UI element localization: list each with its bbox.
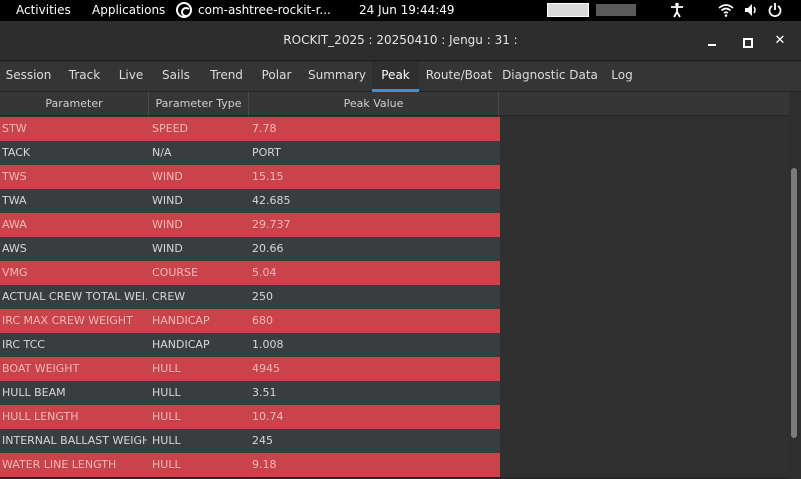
tab-route-boat[interactable]: Route/Boat xyxy=(419,62,499,92)
column-header-parameter-type[interactable]: Parameter Type xyxy=(149,92,249,116)
peak-value-cell: 29.737 xyxy=(252,218,291,231)
table-row[interactable]: IRC TCC HANDICAP 1.008 xyxy=(0,333,500,357)
peak-value-cell: 42.685 xyxy=(252,194,291,207)
window-title: ROCKIT_2025 : 20250410 : Jengu : 31 : xyxy=(283,33,518,47)
app-icon xyxy=(176,2,192,18)
input-indicator[interactable] xyxy=(596,4,636,16)
minimize-button[interactable] xyxy=(702,31,722,51)
focused-app-name[interactable]: com-ashtree-rockit-r... xyxy=(198,3,331,17)
table-row[interactable]: AWA WIND 29.737 xyxy=(0,213,500,237)
vertical-scrollbar[interactable] xyxy=(789,92,801,479)
parameter-cell: VMG xyxy=(2,266,28,279)
peak-table-panel: Parameter Parameter Type Peak Value STW S… xyxy=(0,92,801,479)
peak-value-cell: 20.66 xyxy=(252,242,284,255)
parameter-cell: ACTUAL CREW TOTAL WEI... xyxy=(2,290,147,303)
volume-icon[interactable] xyxy=(743,2,759,18)
window-title-bar: ROCKIT_2025 : 20250410 : Jengu : 31 : ✕ xyxy=(0,21,801,61)
keyboard-layout-indicator[interactable] xyxy=(547,3,589,17)
tab-polar[interactable]: Polar xyxy=(251,62,302,92)
peak-value-cell: 245 xyxy=(252,434,273,447)
table-row[interactable]: IRC MAX CREW WEIGHT HANDICAP 680 xyxy=(0,309,500,333)
table-row[interactable]: AWS WIND 20.66 xyxy=(0,237,500,261)
peak-value-cell: PORT xyxy=(252,146,281,159)
parameter-type-cell: WIND xyxy=(152,218,183,231)
table-row[interactable]: HULL LENGTH HULL 10.74 xyxy=(0,405,500,429)
parameter-cell: TWA xyxy=(2,194,27,207)
parameter-type-cell: HANDICAP xyxy=(152,314,210,327)
parameter-cell: AWS xyxy=(2,242,27,255)
wifi-icon[interactable] xyxy=(718,2,734,18)
clock[interactable]: 24 Jun 19:44:49 xyxy=(359,3,455,17)
tab-session[interactable]: Session xyxy=(0,62,57,92)
parameter-type-cell: HULL xyxy=(152,434,181,447)
parameter-cell: BOAT WEIGHT xyxy=(2,362,80,375)
peak-value-cell: 7.78 xyxy=(252,122,277,135)
peak-value-cell: 15.15 xyxy=(252,170,284,183)
close-button[interactable]: ✕ xyxy=(770,31,790,51)
peak-value-cell: 1.008 xyxy=(252,338,284,351)
tab-peak[interactable]: Peak xyxy=(372,62,419,92)
parameter-cell: HULL LENGTH xyxy=(2,410,79,423)
parameter-cell: AWA xyxy=(2,218,27,231)
peak-value-cell: 4945 xyxy=(252,362,280,375)
parameter-type-cell: HULL xyxy=(152,410,181,423)
parameter-type-cell: WIND xyxy=(152,242,183,255)
table-header: Parameter Parameter Type Peak Value xyxy=(0,92,789,116)
parameter-cell: TACK xyxy=(2,146,31,159)
table-row[interactable]: TWS WIND 15.15 xyxy=(0,165,500,189)
parameter-type-cell: HULL xyxy=(152,386,181,399)
parameter-type-cell: WIND xyxy=(152,194,183,207)
column-header-peak-value[interactable]: Peak Value xyxy=(249,92,499,116)
parameter-cell: HULL BEAM xyxy=(2,386,66,399)
peak-value-cell: 680 xyxy=(252,314,273,327)
tab-trend[interactable]: Trend xyxy=(202,62,251,92)
table-row[interactable]: TWA WIND 42.685 xyxy=(0,189,500,213)
peak-value-cell: 10.74 xyxy=(252,410,284,423)
tab-live[interactable]: Live xyxy=(112,62,150,92)
peak-value-cell: 5.04 xyxy=(252,266,277,279)
parameter-type-cell: COURSE xyxy=(152,266,198,279)
scrollbar-thumb[interactable] xyxy=(791,168,797,438)
tab-bar: Session Track Live Sails Trend Polar Sum… xyxy=(0,62,801,92)
tab-track[interactable]: Track xyxy=(57,62,112,92)
parameter-type-cell: WIND xyxy=(152,170,183,183)
table-row[interactable]: INTERNAL BALLAST WEIGHT HULL 245 xyxy=(0,429,500,453)
table-row[interactable]: BOAT WEIGHT HULL 4945 xyxy=(0,357,500,381)
table-row[interactable]: ACTUAL CREW TOTAL WEI... CREW 250 xyxy=(0,285,500,309)
system-top-bar: Activities Applications com-ashtree-rock… xyxy=(0,0,801,21)
peak-value-cell: 9.18 xyxy=(252,458,277,471)
applications-menu[interactable]: Applications xyxy=(92,3,165,17)
activities-button[interactable]: Activities xyxy=(16,3,71,17)
parameter-type-cell: SPEED xyxy=(152,122,188,135)
tab-sails[interactable]: Sails xyxy=(150,62,202,92)
column-header-parameter[interactable]: Parameter xyxy=(0,92,149,116)
tab-diagnostic-data[interactable]: Diagnostic Data xyxy=(499,62,601,92)
parameter-cell: INTERNAL BALLAST WEIGHT xyxy=(2,434,147,447)
tab-summary[interactable]: Summary xyxy=(302,62,372,92)
peak-value-cell: 3.51 xyxy=(252,386,277,399)
power-icon[interactable] xyxy=(768,2,782,18)
tab-log[interactable]: Log xyxy=(601,62,643,92)
table-row[interactable]: WATER LINE LENGTH HULL 9.18 xyxy=(0,453,500,477)
accessibility-icon[interactable] xyxy=(670,2,684,18)
parameter-type-cell: HANDICAP xyxy=(152,338,210,351)
parameter-cell: IRC MAX CREW WEIGHT xyxy=(2,314,133,327)
table-row[interactable]: TACK N/A PORT xyxy=(0,141,500,165)
parameter-cell: WATER LINE LENGTH xyxy=(2,458,117,471)
parameter-type-cell: HULL xyxy=(152,362,181,375)
parameter-cell: STW xyxy=(2,122,27,135)
peak-value-cell: 250 xyxy=(252,290,273,303)
table-row[interactable]: VMG COURSE 5.04 xyxy=(0,261,500,285)
parameter-cell: IRC TCC xyxy=(2,338,45,351)
maximize-button[interactable] xyxy=(736,31,756,51)
parameter-cell: TWS xyxy=(2,170,27,183)
parameter-type-cell: CREW xyxy=(152,290,186,303)
table-row[interactable]: STW SPEED 7.78 xyxy=(0,117,500,141)
table-row[interactable]: HULL BEAM HULL 3.51 xyxy=(0,381,500,405)
parameter-type-cell: N/A xyxy=(152,146,172,159)
table-body: STW SPEED 7.78 TACK N/A PORT TWS WIND 15.15 TWA WI… xyxy=(0,117,500,477)
parameter-type-cell: HULL xyxy=(152,458,181,471)
